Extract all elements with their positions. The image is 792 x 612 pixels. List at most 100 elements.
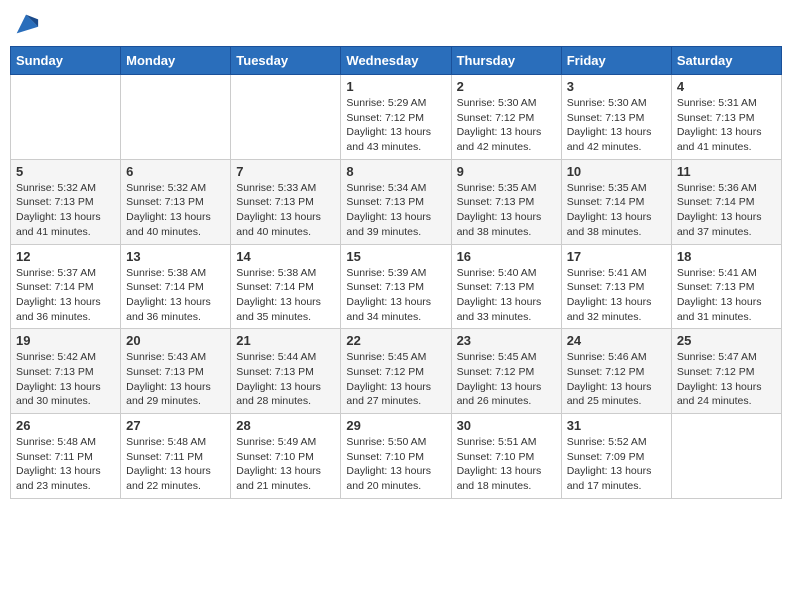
page-header: [10, 10, 782, 38]
day-info: Sunrise: 5:37 AM Sunset: 7:14 PM Dayligh…: [16, 266, 115, 325]
logo-icon: [12, 10, 40, 38]
calendar-cell: 10 Sunrise: 5:35 AM Sunset: 7:14 PM Dayli…: [561, 159, 671, 244]
calendar-cell: 3Sunrise: 5:30 AM Sunset: 7:13 PM Daylig…: [561, 75, 671, 160]
day-info: Sunrise: 5:51 AM Sunset: 7:10 PM Dayligh…: [457, 435, 556, 494]
calendar-cell: 30 Sunrise: 5:51 AM Sunset: 7:10 PM Dayli…: [451, 414, 561, 499]
calendar-cell: 1 Sunrise: 5:29 AM Sunset: 7:12 PM Daylig…: [341, 75, 451, 160]
day-number: 30: [457, 418, 556, 433]
day-of-week-header: Saturday: [671, 47, 781, 75]
calendar-cell: [121, 75, 231, 160]
day-number: 11: [677, 164, 776, 179]
day-number: 20: [126, 333, 225, 348]
calendar-week-row: 5 Sunrise: 5:32 AM Sunset: 7:13 PM Daylig…: [11, 159, 782, 244]
day-info: Sunrise: 5:31 AM Sunset: 7:13 PM Dayligh…: [677, 96, 776, 155]
calendar-cell: 18 Sunrise: 5:41 AM Sunset: 7:13 PM Dayli…: [671, 244, 781, 329]
calendar-cell: [11, 75, 121, 160]
day-number: 1: [346, 79, 445, 94]
calendar-cell: 2 Sunrise: 5:30 AM Sunset: 7:12 PM Daylig…: [451, 75, 561, 160]
calendar-cell: 8 Sunrise: 5:34 AM Sunset: 7:13 PM Daylig…: [341, 159, 451, 244]
day-info: Sunrise: 5:48 AM Sunset: 7:11 PM Dayligh…: [126, 435, 225, 494]
day-number: 8: [346, 164, 445, 179]
calendar-cell: [671, 414, 781, 499]
day-number: 19: [16, 333, 115, 348]
day-number: 12: [16, 249, 115, 264]
day-number: 25: [677, 333, 776, 348]
calendar-cell: 19 Sunrise: 5:42 AM Sunset: 7:13 PM Dayli…: [11, 329, 121, 414]
calendar-cell: 31Sunrise: 5:52 AM Sunset: 7:09 PM Dayli…: [561, 414, 671, 499]
calendar-cell: 7 Sunrise: 5:33 AM Sunset: 7:13 PM Daylig…: [231, 159, 341, 244]
day-number: 9: [457, 164, 556, 179]
day-info: Sunrise: 5:32 AM Sunset: 7:13 PM Dayligh…: [16, 181, 115, 240]
calendar-cell: 11 Sunrise: 5:36 AM Sunset: 7:14 PM Dayli…: [671, 159, 781, 244]
day-number: 5: [16, 164, 115, 179]
day-number: 15: [346, 249, 445, 264]
calendar-cell: 22Sunrise: 5:45 AM Sunset: 7:12 PM Dayli…: [341, 329, 451, 414]
day-info: Sunrise: 5:32 AM Sunset: 7:13 PM Dayligh…: [126, 181, 225, 240]
day-info: Sunrise: 5:33 AM Sunset: 7:13 PM Dayligh…: [236, 181, 335, 240]
day-of-week-header: Sunday: [11, 47, 121, 75]
day-of-week-header: Thursday: [451, 47, 561, 75]
day-number: 29: [346, 418, 445, 433]
day-number: 27: [126, 418, 225, 433]
calendar-week-row: 12 Sunrise: 5:37 AM Sunset: 7:14 PM Dayli…: [11, 244, 782, 329]
day-info: Sunrise: 5:48 AM Sunset: 7:11 PM Dayligh…: [16, 435, 115, 494]
calendar-cell: 17 Sunrise: 5:41 AM Sunset: 7:13 PM Dayli…: [561, 244, 671, 329]
day-info: Sunrise: 5:46 AM Sunset: 7:12 PM Dayligh…: [567, 350, 666, 409]
day-info: Sunrise: 5:30 AM Sunset: 7:12 PM Dayligh…: [457, 96, 556, 155]
day-info: Sunrise: 5:41 AM Sunset: 7:13 PM Dayligh…: [567, 266, 666, 325]
day-number: 16: [457, 249, 556, 264]
calendar-cell: 12 Sunrise: 5:37 AM Sunset: 7:14 PM Dayli…: [11, 244, 121, 329]
day-number: 2: [457, 79, 556, 94]
calendar-cell: 21 Sunrise: 5:44 AM Sunset: 7:13 PM Dayli…: [231, 329, 341, 414]
day-info: Sunrise: 5:35 AM Sunset: 7:13 PM Dayligh…: [457, 181, 556, 240]
day-of-week-header: Wednesday: [341, 47, 451, 75]
day-number: 3: [567, 79, 666, 94]
day-of-week-header: Monday: [121, 47, 231, 75]
day-info: Sunrise: 5:41 AM Sunset: 7:13 PM Dayligh…: [677, 266, 776, 325]
calendar-cell: 13Sunrise: 5:38 AM Sunset: 7:14 PM Dayli…: [121, 244, 231, 329]
calendar-cell: 27 Sunrise: 5:48 AM Sunset: 7:11 PM Dayli…: [121, 414, 231, 499]
calendar-cell: 25Sunrise: 5:47 AM Sunset: 7:12 PM Dayli…: [671, 329, 781, 414]
calendar-week-row: 26 Sunrise: 5:48 AM Sunset: 7:11 PM Dayli…: [11, 414, 782, 499]
logo: [10, 10, 40, 38]
calendar-cell: 28 Sunrise: 5:49 AM Sunset: 7:10 PM Dayli…: [231, 414, 341, 499]
day-info: Sunrise: 5:34 AM Sunset: 7:13 PM Dayligh…: [346, 181, 445, 240]
calendar-cell: 9 Sunrise: 5:35 AM Sunset: 7:13 PM Daylig…: [451, 159, 561, 244]
day-info: Sunrise: 5:38 AM Sunset: 7:14 PM Dayligh…: [126, 266, 225, 325]
calendar-cell: [231, 75, 341, 160]
day-number: 14: [236, 249, 335, 264]
day-of-week-header: Friday: [561, 47, 671, 75]
calendar-table: SundayMondayTuesdayWednesdayThursdayFrid…: [10, 46, 782, 499]
day-info: Sunrise: 5:44 AM Sunset: 7:13 PM Dayligh…: [236, 350, 335, 409]
day-number: 31: [567, 418, 666, 433]
day-number: 17: [567, 249, 666, 264]
calendar-cell: 15 Sunrise: 5:39 AM Sunset: 7:13 PM Dayli…: [341, 244, 451, 329]
calendar-cell: 6Sunrise: 5:32 AM Sunset: 7:13 PM Daylig…: [121, 159, 231, 244]
day-number: 18: [677, 249, 776, 264]
day-info: Sunrise: 5:43 AM Sunset: 7:13 PM Dayligh…: [126, 350, 225, 409]
day-info: Sunrise: 5:35 AM Sunset: 7:14 PM Dayligh…: [567, 181, 666, 240]
day-info: Sunrise: 5:45 AM Sunset: 7:12 PM Dayligh…: [457, 350, 556, 409]
day-number: 7: [236, 164, 335, 179]
day-number: 4: [677, 79, 776, 94]
day-number: 23: [457, 333, 556, 348]
day-number: 22: [346, 333, 445, 348]
day-info: Sunrise: 5:29 AM Sunset: 7:12 PM Dayligh…: [346, 96, 445, 155]
day-of-week-header: Tuesday: [231, 47, 341, 75]
calendar-week-row: 1 Sunrise: 5:29 AM Sunset: 7:12 PM Daylig…: [11, 75, 782, 160]
day-number: 10: [567, 164, 666, 179]
day-number: 24: [567, 333, 666, 348]
calendar-cell: 20 Sunrise: 5:43 AM Sunset: 7:13 PM Dayli…: [121, 329, 231, 414]
calendar-week-row: 19 Sunrise: 5:42 AM Sunset: 7:13 PM Dayli…: [11, 329, 782, 414]
calendar-cell: 23 Sunrise: 5:45 AM Sunset: 7:12 PM Dayli…: [451, 329, 561, 414]
day-info: Sunrise: 5:50 AM Sunset: 7:10 PM Dayligh…: [346, 435, 445, 494]
day-info: Sunrise: 5:42 AM Sunset: 7:13 PM Dayligh…: [16, 350, 115, 409]
day-number: 21: [236, 333, 335, 348]
day-number: 28: [236, 418, 335, 433]
day-info: Sunrise: 5:40 AM Sunset: 7:13 PM Dayligh…: [457, 266, 556, 325]
calendar-cell: 26 Sunrise: 5:48 AM Sunset: 7:11 PM Dayli…: [11, 414, 121, 499]
day-info: Sunrise: 5:49 AM Sunset: 7:10 PM Dayligh…: [236, 435, 335, 494]
day-info: Sunrise: 5:39 AM Sunset: 7:13 PM Dayligh…: [346, 266, 445, 325]
day-info: Sunrise: 5:36 AM Sunset: 7:14 PM Dayligh…: [677, 181, 776, 240]
day-number: 26: [16, 418, 115, 433]
